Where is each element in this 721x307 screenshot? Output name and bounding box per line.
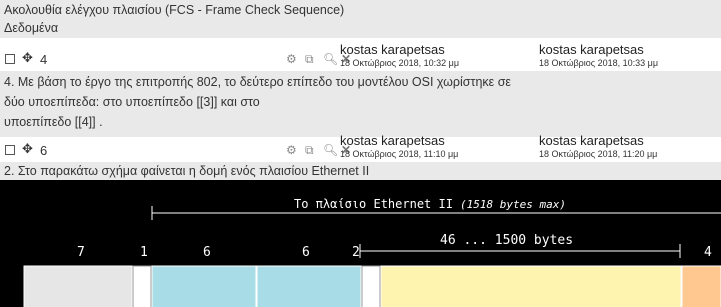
field-size-source: 6: [302, 245, 310, 260]
modified-date: 18 Οκτώβριος 2018, 11:20 μμ: [539, 149, 658, 159]
modified-by[interactable]: kostas karapetsas: [539, 42, 644, 57]
modified-by[interactable]: kostas karapetsas: [539, 133, 644, 148]
question-text-line: δύο υποεπίπεδα: στο υποεπίπεδο [[3]] και…: [4, 95, 260, 109]
field-data: [380, 265, 682, 307]
data-span-label: 46 ... 1500 bytes: [440, 233, 573, 248]
copy-icon[interactable]: ⧉: [305, 143, 314, 158]
gear-icon[interactable]: ⚙: [286, 143, 297, 157]
modified-date: 18 Οκτώβριος 2018, 10:33 μμ: [539, 58, 659, 68]
question-number: 6: [40, 143, 48, 158]
field-preamble: [23, 265, 133, 307]
preview-icon[interactable]: 🔍︎: [323, 52, 338, 66]
question-row-6: ✥ 6 ⚙ ⧉ 🔍︎ ✕ kostas karapetsas 18 Οκτώβρ…: [0, 133, 721, 160]
header-line-2: Δεδομένα: [4, 21, 59, 35]
copy-icon[interactable]: ⧉: [305, 52, 314, 67]
field-size-sfd: 1: [140, 245, 148, 260]
field-size-destination: 6: [203, 245, 211, 260]
field-destination: [151, 265, 257, 307]
select-checkbox[interactable]: [5, 145, 15, 155]
gear-icon[interactable]: ⚙: [286, 52, 297, 66]
question-text-line: υποεπίπεδο [[4]] .: [4, 115, 103, 129]
select-checkbox[interactable]: [5, 54, 15, 64]
field-size-type: 2: [352, 245, 360, 260]
question-text-line: 4. Με βάση το έργο της επιτροπής 802, το…: [4, 75, 511, 89]
created-date: 18 Οκτώβριος 2018, 10:32 μμ: [340, 58, 460, 68]
question-text-6: 2. Στο παρακάτω σχήμα φαίνεται η δομή εν…: [0, 162, 721, 180]
field-fcs: [681, 265, 721, 307]
created-by[interactable]: kostas karapetsas: [340, 133, 445, 148]
ethernet-frame-diagram: Το πλαίσιο Ethernet II (1518 bytes max) …: [0, 180, 721, 307]
question-text-line: 2. Στο παρακάτω σχήμα φαίνεται η δομή εν…: [4, 164, 370, 178]
field-sfd: [132, 265, 152, 307]
created-by[interactable]: kostas karapetsas: [340, 42, 445, 57]
field-type: [361, 265, 381, 307]
move-icon[interactable]: ✥: [22, 50, 33, 66]
diagram-title-note: (1518 bytes max): [460, 198, 566, 211]
field-size-preamble: 7: [77, 245, 85, 260]
field-source: [256, 265, 362, 307]
field-size-fcs: 4: [704, 245, 712, 260]
created-date: 18 Οκτώβριος 2018, 11:10 μμ: [340, 149, 459, 159]
question-header: Ακολουθία ελέγχου πλαισίου (FCS - Frame …: [0, 0, 721, 38]
move-icon[interactable]: ✥: [22, 141, 33, 157]
diagram-title: Το πλαίσιο Ethernet II: [294, 197, 453, 211]
question-text-4: 4. Με βάση το έργο της επιτροπής 802, το…: [0, 71, 721, 137]
preview-icon[interactable]: 🔍︎: [323, 143, 338, 157]
question-number: 4: [40, 52, 48, 67]
header-line-1: Ακολουθία ελέγχου πλαισίου (FCS - Frame …: [4, 3, 345, 17]
question-row-4: ✥ 4 ⚙ ⧉ 🔍︎ ✕ kostas karapetsas 18 Οκτώβρ…: [0, 42, 721, 69]
